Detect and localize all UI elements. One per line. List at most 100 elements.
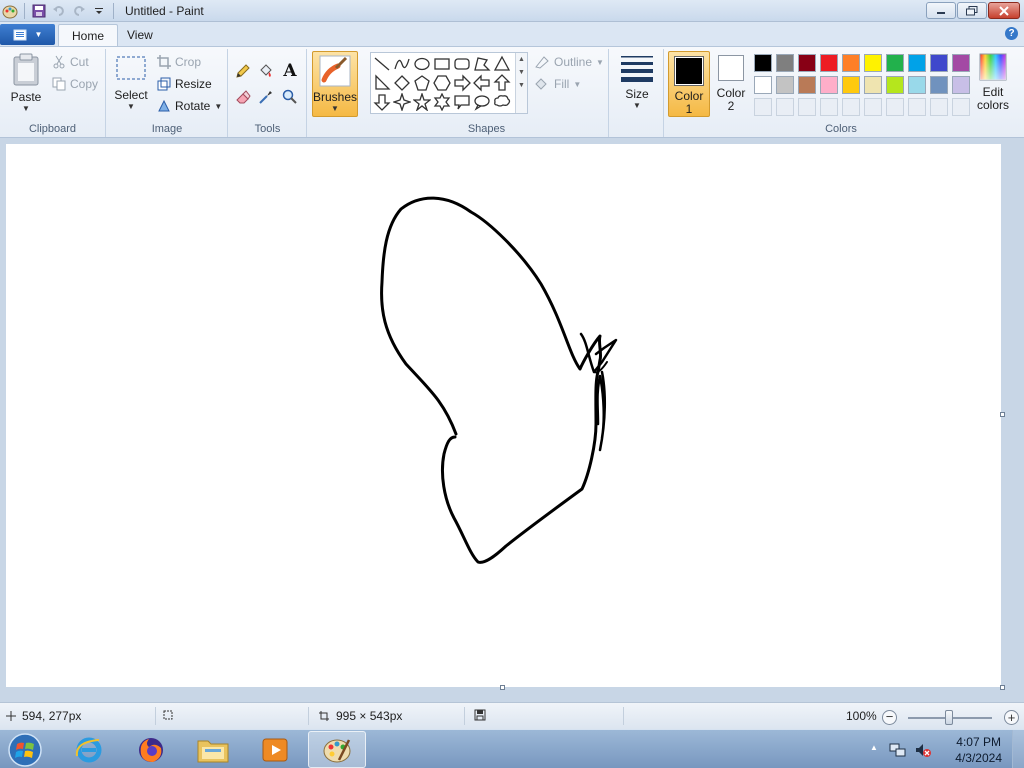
zoom-slider-thumb[interactable]	[945, 710, 953, 725]
eraser-icon[interactable]	[233, 87, 253, 107]
canvas-resize-handle-bottom[interactable]	[500, 685, 505, 690]
palette-custom-slot[interactable]	[754, 98, 772, 116]
undo-icon[interactable]	[51, 3, 67, 19]
cut-button[interactable]: Cut	[52, 55, 89, 69]
tab-home[interactable]: Home	[58, 24, 119, 46]
media-player-taskbar-button[interactable]	[246, 731, 304, 768]
canvas-resize-handle-right[interactable]	[1000, 412, 1005, 417]
maximize-button[interactable]	[957, 2, 987, 19]
palette-custom-slot[interactable]	[798, 98, 816, 116]
palette-color-swatch[interactable]	[754, 76, 772, 94]
palette-color-swatch[interactable]	[754, 54, 772, 72]
diamond-shape-icon[interactable]	[393, 74, 411, 92]
customize-qat-icon[interactable]	[91, 3, 107, 19]
help-icon[interactable]: ?	[1005, 27, 1018, 40]
palette-custom-slot[interactable]	[820, 98, 838, 116]
select-button[interactable]: Select ▼	[113, 55, 149, 111]
palette-custom-slot[interactable]	[864, 98, 882, 116]
color-picker-icon[interactable]	[256, 87, 276, 107]
shapes-scrollbar[interactable]: ▲ ▼ ▼	[515, 53, 527, 113]
color1-button[interactable]: Color 1	[668, 51, 710, 117]
palette-color-swatch[interactable]	[952, 76, 970, 94]
brushes-button[interactable]: Brushes ▼	[312, 51, 358, 117]
palette-color-swatch[interactable]	[930, 76, 948, 94]
palette-color-swatch[interactable]	[886, 76, 904, 94]
system-clock[interactable]: 4:07 PM 4/3/2024	[955, 734, 1002, 766]
edit-colors-button[interactable]: Edit colors	[975, 53, 1011, 111]
scroll-down-icon[interactable]: ▼	[516, 69, 527, 76]
polygon-shape-icon[interactable]	[473, 55, 491, 73]
palette-custom-slot[interactable]	[842, 98, 860, 116]
palette-color-swatch[interactable]	[820, 76, 838, 94]
five-point-star-shape-icon[interactable]	[413, 93, 431, 111]
right-arrow-shape-icon[interactable]	[453, 74, 471, 92]
outline-button[interactable]: Outline ▼	[534, 55, 604, 69]
palette-color-swatch[interactable]	[776, 76, 794, 94]
redo-icon[interactable]	[71, 3, 87, 19]
palette-custom-slot[interactable]	[886, 98, 904, 116]
curve-shape-icon[interactable]	[393, 55, 411, 73]
zoom-out-button[interactable]: −	[882, 710, 897, 725]
palette-color-swatch[interactable]	[798, 76, 816, 94]
rotate-button[interactable]: Rotate ▼	[157, 99, 222, 113]
cloud-callout-shape-icon[interactable]	[493, 93, 511, 111]
palette-custom-slot[interactable]	[776, 98, 794, 116]
tab-view[interactable]: View	[114, 24, 166, 46]
paint-menu-button[interactable]: ▼	[0, 24, 55, 45]
palette-color-swatch[interactable]	[952, 54, 970, 72]
firefox-taskbar-button[interactable]	[122, 731, 180, 768]
minimize-button[interactable]	[926, 2, 956, 19]
network-icon[interactable]	[889, 741, 907, 762]
palette-color-swatch[interactable]	[820, 54, 838, 72]
fill-bucket-icon[interactable]	[256, 61, 276, 81]
paint-app-icon[interactable]	[2, 3, 18, 19]
oval-callout-shape-icon[interactable]	[473, 93, 491, 111]
hexagon-shape-icon[interactable]	[433, 74, 451, 92]
palette-color-swatch[interactable]	[842, 76, 860, 94]
paste-button[interactable]: Paste ▼	[6, 53, 46, 113]
start-button[interactable]	[4, 731, 46, 768]
fill-button[interactable]: Fill ▼	[534, 77, 581, 91]
rectangle-shape-icon[interactable]	[433, 55, 451, 73]
show-desktop-button[interactable]	[1012, 730, 1024, 768]
magnifier-icon[interactable]	[280, 87, 300, 107]
rounded-rectangle-shape-icon[interactable]	[453, 55, 471, 73]
palette-color-swatch[interactable]	[930, 54, 948, 72]
triangle-shape-icon[interactable]	[493, 55, 511, 73]
up-arrow-shape-icon[interactable]	[493, 74, 511, 92]
shapes-expand-icon[interactable]: ▼	[516, 82, 527, 89]
scroll-up-icon[interactable]: ▲	[516, 56, 527, 63]
color2-button[interactable]: Color 2	[712, 55, 750, 112]
palette-color-swatch[interactable]	[864, 54, 882, 72]
right-triangle-shape-icon[interactable]	[373, 74, 391, 92]
volume-muted-icon[interactable]	[914, 741, 932, 762]
palette-color-swatch[interactable]	[908, 76, 926, 94]
zoom-in-button[interactable]: +	[1004, 710, 1019, 725]
palette-color-swatch[interactable]	[798, 54, 816, 72]
palette-color-swatch[interactable]	[842, 54, 860, 72]
internet-explorer-taskbar-button[interactable]	[60, 731, 118, 768]
crop-button[interactable]: Crop	[157, 55, 201, 69]
close-button[interactable]	[988, 2, 1020, 19]
six-point-star-shape-icon[interactable]	[433, 93, 451, 111]
resize-button[interactable]: Resize	[157, 77, 212, 91]
oval-shape-icon[interactable]	[413, 55, 431, 73]
palette-color-swatch[interactable]	[776, 54, 794, 72]
palette-color-swatch[interactable]	[886, 54, 904, 72]
left-arrow-shape-icon[interactable]	[473, 74, 491, 92]
palette-custom-slot[interactable]	[952, 98, 970, 116]
size-button[interactable]: Size ▼	[616, 53, 658, 110]
palette-custom-slot[interactable]	[908, 98, 926, 116]
pentagon-shape-icon[interactable]	[413, 74, 431, 92]
text-tool-icon[interactable]: A	[280, 61, 300, 81]
line-shape-icon[interactable]	[373, 55, 391, 73]
rectangular-callout-shape-icon[interactable]	[453, 93, 471, 111]
canvas-resize-handle-corner[interactable]	[1000, 685, 1005, 690]
down-arrow-shape-icon[interactable]	[373, 93, 391, 111]
show-hidden-icons-icon[interactable]: ▲	[870, 743, 878, 752]
palette-custom-slot[interactable]	[930, 98, 948, 116]
paint-taskbar-button[interactable]	[308, 731, 366, 768]
palette-color-swatch[interactable]	[908, 54, 926, 72]
file-explorer-taskbar-button[interactable]	[184, 731, 242, 768]
palette-color-swatch[interactable]	[864, 76, 882, 94]
